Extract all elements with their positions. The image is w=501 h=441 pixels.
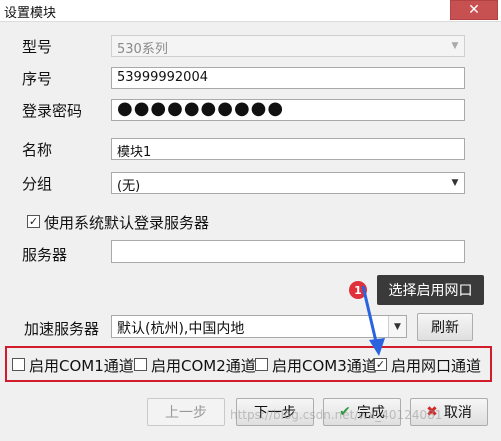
com1-checkbox[interactable] xyxy=(12,358,25,371)
window-title: 设置模块 xyxy=(4,6,57,21)
name-value: 模块1 xyxy=(117,145,152,160)
group-dropdown[interactable]: (无) ▼ xyxy=(111,172,465,194)
pointer-arrow-icon xyxy=(361,285,385,356)
watermark-text: https://blog.csdn.net/wx_40124081 xyxy=(230,408,443,422)
serial-value: 53999992004 xyxy=(117,70,208,85)
com3-checkbox[interactable] xyxy=(255,358,268,371)
refresh-label: 刷新 xyxy=(431,320,459,336)
ethernet-label: 启用网口通道 xyxy=(391,357,482,375)
checkmark-icon: ✓ xyxy=(28,215,39,228)
previous-label: 上一步 xyxy=(165,405,207,421)
model-value: 530系列 xyxy=(117,42,168,57)
com2-label: 启用COM2通道 xyxy=(151,357,256,375)
server-input[interactable] xyxy=(111,240,465,263)
serial-label: 序号 xyxy=(22,70,53,88)
callout-text: 选择启用网口 xyxy=(388,283,473,299)
serial-input[interactable]: 53999992004 xyxy=(111,67,465,89)
close-icon: ✕ xyxy=(468,2,480,18)
name-input[interactable]: 模块1 xyxy=(111,138,465,160)
com1-label: 启用COM1通道 xyxy=(29,357,134,375)
group-value: (无) xyxy=(117,179,141,194)
group-label: 分组 xyxy=(22,175,53,193)
default-server-label: 使用系统默认登录服务器 xyxy=(44,214,210,232)
cancel-label: 取消 xyxy=(443,405,472,421)
previous-button[interactable]: 上一步 xyxy=(147,398,225,426)
accel-server-label: 加速服务器 xyxy=(24,320,100,338)
default-server-checkbox[interactable]: ✓ xyxy=(27,215,40,228)
dialog-body: 型号 530系列 ▼ 序号 53999992004 登录密码 ●●●●●●●●●… xyxy=(0,22,501,441)
close-button[interactable]: ✕ xyxy=(450,0,498,20)
password-mask: ●●●●●●●●●● xyxy=(117,99,285,119)
model-label: 型号 xyxy=(22,38,53,56)
password-label: 登录密码 xyxy=(22,102,83,120)
password-input[interactable]: ●●●●●●●●●● xyxy=(111,99,465,121)
name-label: 名称 xyxy=(22,141,53,159)
model-dropdown: 530系列 ▼ xyxy=(111,35,465,57)
refresh-button[interactable]: 刷新 xyxy=(417,313,473,341)
server-label: 服务器 xyxy=(22,246,68,264)
chevron-down-icon: ▼ xyxy=(451,178,459,188)
ethernet-checkbox[interactable]: ✓ xyxy=(374,358,387,371)
accel-server-value: 默认(杭州),中国内地 xyxy=(117,321,245,337)
title-bar: 设置模块 ✕ xyxy=(0,0,501,22)
checkmark-icon: ✓ xyxy=(375,358,386,371)
com2-checkbox[interactable] xyxy=(134,358,147,371)
chevron-down-icon: ▼ xyxy=(451,41,459,51)
